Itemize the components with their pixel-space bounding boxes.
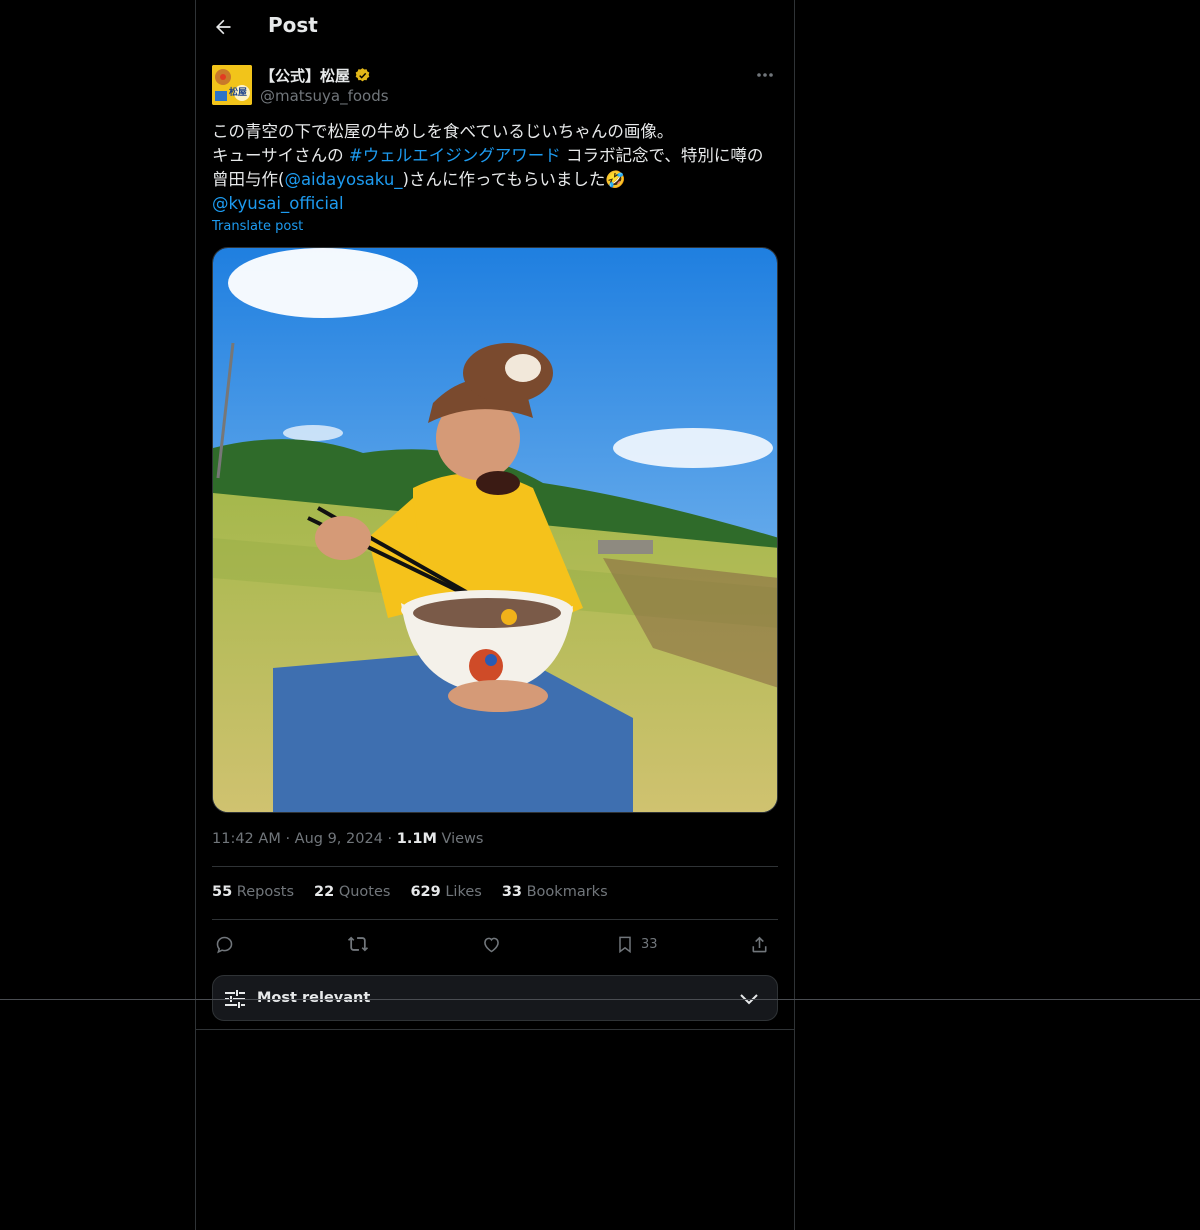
repost-button[interactable] [347,930,369,958]
more-button[interactable] [752,66,778,84]
tweet-line-1: この青空の下で松屋の牛めしを食べているじいちゃんの画像。 [212,122,674,141]
post-time[interactable]: 11:42 AM [212,831,281,847]
tweet-line-3: 曾田与作(@aidayosaku_)さんに作ってもらいました🤣 [212,168,782,192]
separator: · [387,831,397,847]
tweet-text-segment: キューサイさんの [212,146,349,165]
avatar-text: 松屋 [229,88,248,98]
post-date[interactable]: Aug 9, 2024 [295,831,383,847]
page-title: Post [268,13,318,37]
back-arrow-icon [216,19,231,35]
overlay-guide-line [0,999,1200,1000]
separator: · [285,831,295,847]
tweet-text: この青空の下で松屋の牛めしを食べているじいちゃんの画像。 キューサイさんの #ウ… [212,120,782,216]
hashtag-link[interactable]: #ウェルエイジングアワード [349,146,561,165]
tweet-text-segment: 曾田与作( [212,170,285,189]
reply-sort-dropdown[interactable]: Most relevant [212,975,778,1021]
tweet-media-image[interactable] [212,247,778,813]
repost-icon [347,936,369,952]
section-divider [196,1029,794,1030]
post-meta: 11:42 AM · Aug 9, 2024 · 1.1M Views [212,831,483,847]
more-icon [757,73,773,77]
share-icon [752,936,767,952]
action-bar: 33 [212,930,778,958]
avatar[interactable]: 松屋 [212,65,252,105]
views-count: 1.1M [396,831,437,847]
divider [212,866,778,867]
emoji: 🤣 [605,170,626,189]
post-header: Post [196,0,794,53]
display-name-wrap[interactable]: 【公式】松屋 [260,65,371,86]
tweet-text-segment: )さんに作ってもらいました [402,170,606,189]
mention-link[interactable]: @aidayosaku_ [284,170,402,189]
likes-stat[interactable]: 629 Likes [410,884,481,900]
reply-icon [216,936,233,953]
mention-link[interactable]: @kyusai_official [212,194,344,213]
like-icon [484,937,499,952]
reposts-stat[interactable]: 55 Reposts [212,884,294,900]
like-button[interactable] [481,930,502,958]
back-button[interactable] [210,14,236,40]
divider [212,919,778,920]
sort-label: Most relevant [257,990,371,1006]
author-row: 松屋 【公式】松屋 @matsuya_foods [212,64,778,106]
views-label: Views [441,831,484,847]
author-handle[interactable]: @matsuya_foods [260,87,389,105]
timeline-column: Post 松屋 【公式】松屋 @matsuya_foods この青空の下で松屋の… [195,0,795,1230]
tweet-line-2: キューサイさんの #ウェルエイジングアワード コラボ記念で、特別に噂の [212,144,782,168]
verified-badge-icon [355,68,370,82]
tweet-text-segment: コラボ記念で、特別に噂の [560,146,764,165]
engagement-stats: 55 Reposts 22 Quotes 629 Likes 33 Bookma… [212,884,608,900]
share-button[interactable] [749,930,770,958]
bookmark-icon [619,936,631,953]
bookmark-count: 33 [641,936,658,952]
bookmark-button[interactable]: 33 [615,930,658,958]
photo-illustration [213,248,777,812]
tweet-line-4: @kyusai_official [212,192,782,216]
quotes-stat[interactable]: 22 Quotes [314,884,390,900]
bookmarks-stat[interactable]: 33 Bookmarks [502,884,608,900]
translate-post-link[interactable]: Translate post [212,219,303,234]
reply-button[interactable] [214,930,235,958]
display-name[interactable]: 【公式】松屋 [260,65,350,86]
